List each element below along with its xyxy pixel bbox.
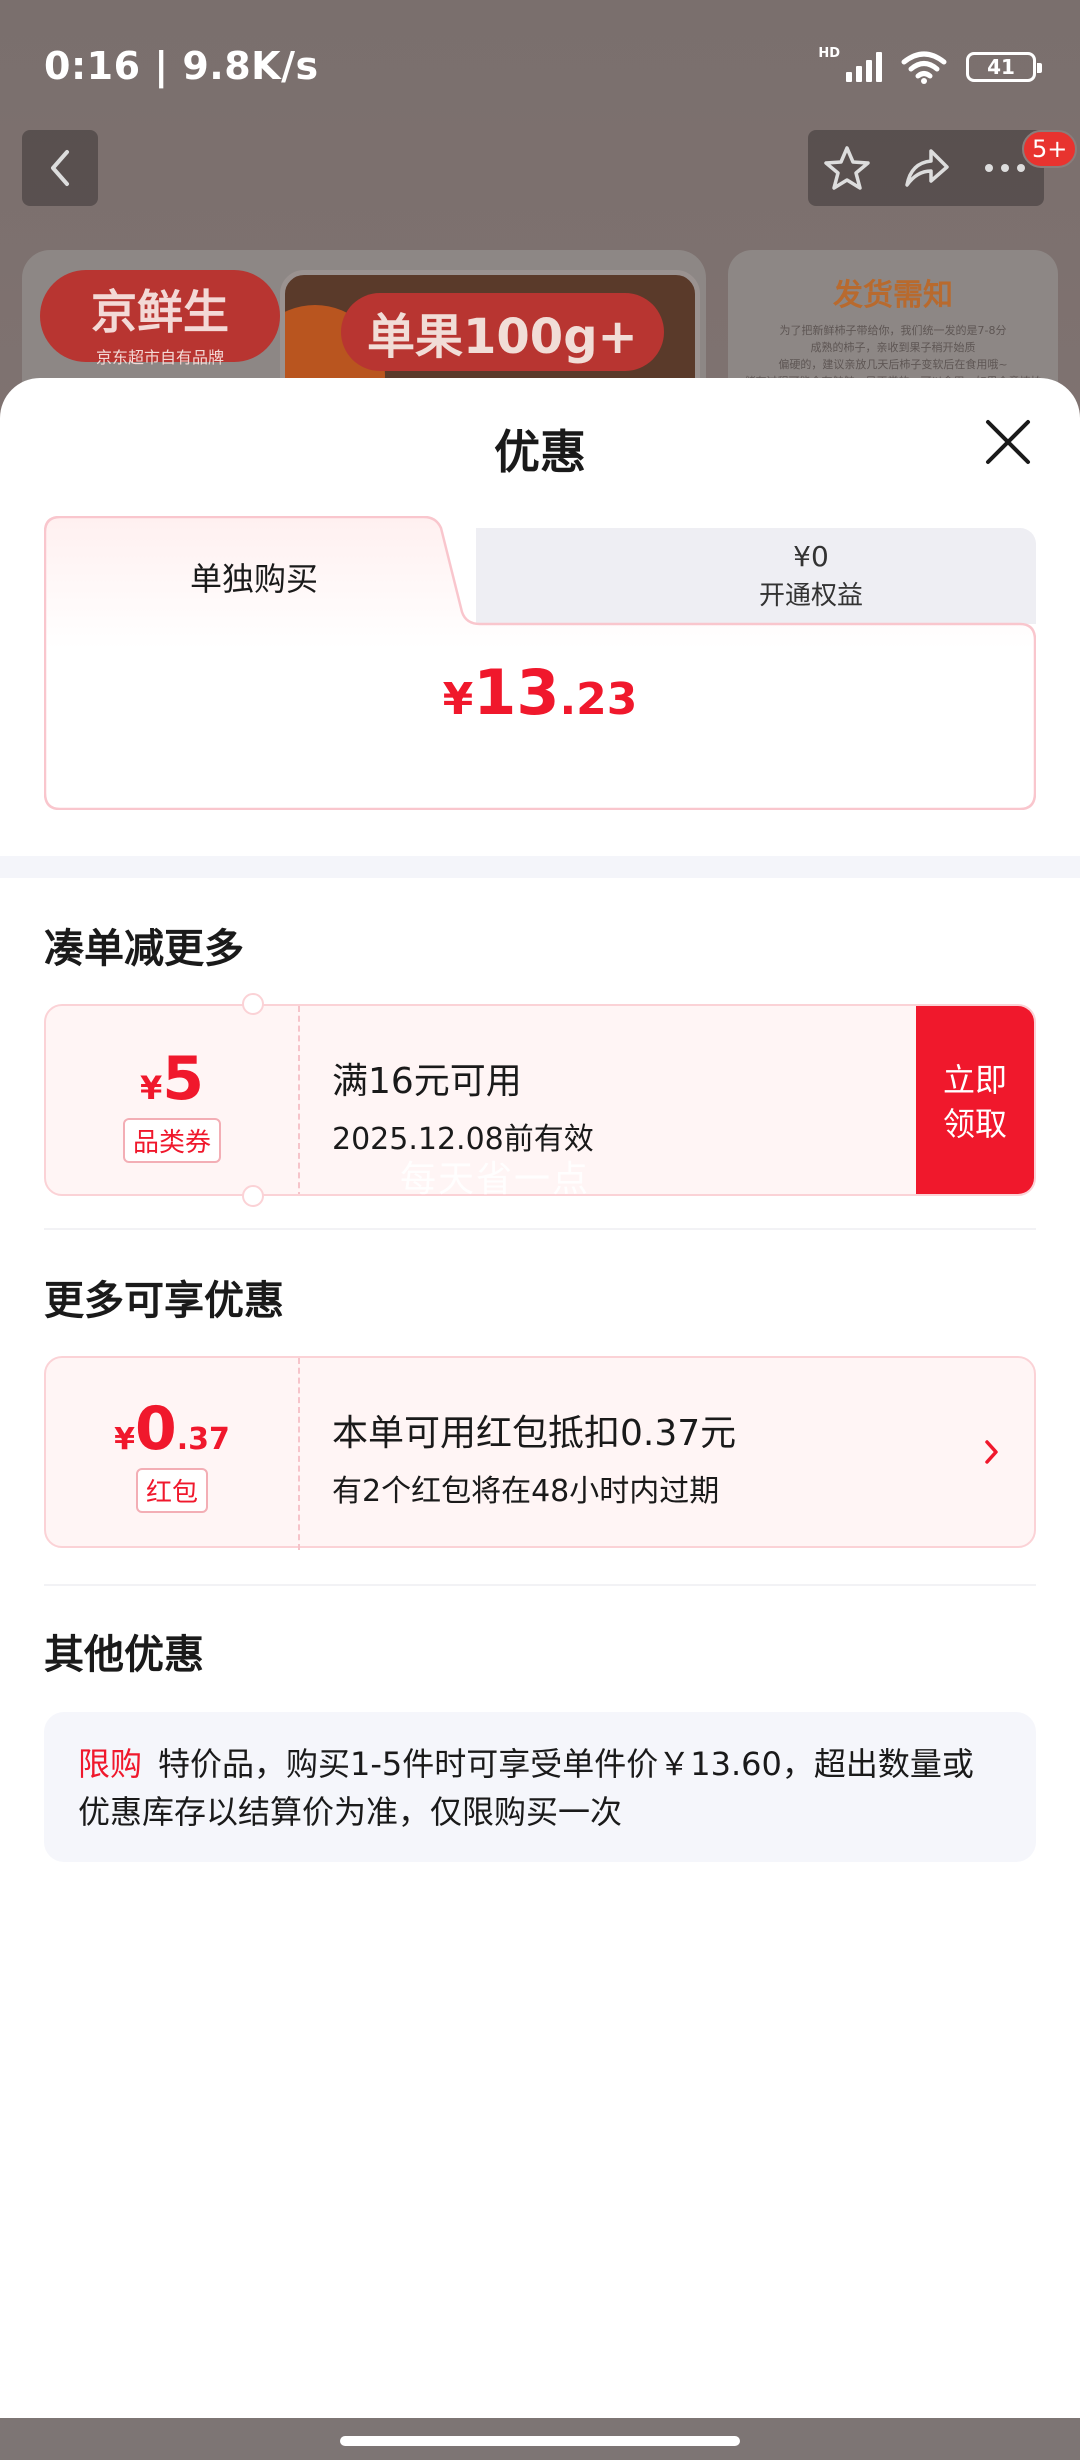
back-button[interactable]: [22, 130, 98, 206]
price-integer: 13: [473, 656, 560, 729]
coupon-currency: ¥: [139, 1069, 163, 1107]
fruit-tag: 单果100g+: [341, 293, 664, 371]
notice-line: 为了把新鲜柿子带给你，我们统一发的是7-8分: [779, 324, 1007, 337]
star-icon[interactable]: [822, 143, 872, 193]
packet-separator: [298, 1358, 300, 1550]
coupon-info: 满16元可用 2025.12.08前有效: [332, 1052, 594, 1158]
coupon-condition: 满16元可用: [332, 1061, 522, 1102]
purchase-limit-box: 限购 特价品，购买1-5件时可享受单件价￥13.60，超出数量或优惠库存以结算价为…: [44, 1712, 1036, 1862]
notice-line: 偏硬的，建议亲放几天后柿子变软后在食用哦~: [778, 358, 1008, 371]
coupon-separator: [298, 1006, 300, 1194]
packet-value: ¥0.37 红包: [46, 1358, 298, 1550]
brand-subtitle: 京东超市自有品牌: [95, 348, 224, 367]
limit-text: 特价品，购买1-5件时可享受单件价￥13.60，超出数量或优惠库存以结算价为准，…: [78, 1745, 974, 1831]
status-icons: HD 41: [818, 46, 1042, 84]
packet-decimal: .37: [176, 1422, 230, 1457]
price-tabs: ¥0 开通权益 单独购买 ¥13.23: [44, 516, 1036, 810]
battery-icon: 41: [966, 52, 1042, 82]
claim-coupon-button[interactable]: 立即领取: [916, 1006, 1034, 1194]
signal-icon: [846, 52, 882, 82]
sheet-title: 优惠: [494, 425, 586, 479]
limit-tag: 限购: [78, 1745, 143, 1783]
brand-name: 京鲜生: [91, 285, 229, 339]
brand-logo: 京鲜生 京东超市自有品牌: [40, 270, 280, 367]
packet-integer: 0: [134, 1394, 177, 1464]
coupon-number: 5: [162, 1044, 204, 1114]
price-decimal: .23: [559, 674, 638, 725]
final-price: ¥13.23: [44, 656, 1036, 729]
chevron-left-icon: [51, 150, 69, 186]
discount-sheet: 优惠 ¥0 开通权益 单独购买 ¥13.23 凑单减更多 ¥5 品类券 满16元…: [0, 378, 1080, 2418]
close-icon[interactable]: [980, 414, 1036, 470]
watermark: 每天省一点: [400, 1159, 591, 1200]
coupon-notch-top: [242, 993, 264, 1015]
section-title-more-offers: 更多可享优惠: [44, 1278, 284, 1324]
tab-single-buy[interactable]: 单独购买: [44, 554, 464, 600]
status-time: 0:16 | 9.8K/s: [44, 44, 319, 88]
top-actions: [808, 130, 1044, 206]
divider: [44, 1228, 1036, 1230]
divider: [44, 1584, 1036, 1586]
packet-currency: ¥: [114, 1422, 135, 1457]
background-page: 0:16 | 9.8K/s HD 41 5+ 京鲜生 京东超市自有品牌 单果10…: [0, 0, 1080, 450]
packet-sub-text: 有2个红包将在48小时内过期: [332, 1474, 720, 1509]
wifi-icon: [901, 51, 947, 84]
chevron-right-icon: [985, 1440, 998, 1464]
hd-label: HD: [818, 45, 840, 61]
coupon-notch-bottom: [242, 1185, 264, 1207]
price-currency: ¥: [442, 674, 474, 725]
status-bar: 0:16 | 9.8K/s HD 41: [0, 0, 1080, 130]
packet-main-text: 本单可用红包抵扣0.37元: [332, 1413, 737, 1454]
red-packet-card[interactable]: ¥0.37 红包 本单可用红包抵扣0.37元 有2个红包将在48小时内过期: [44, 1356, 1036, 1550]
section-divider: [0, 856, 1080, 878]
coupon-amount: ¥5: [46, 1044, 298, 1114]
packet-type-tag: 红包: [135, 1468, 208, 1513]
coupon-value: ¥5 品类券: [46, 1006, 298, 1194]
notice-title: 发货需知: [833, 278, 953, 313]
notice-line: 成熟的柿子，亲收到果子稍开始质: [810, 341, 976, 354]
home-indicator[interactable]: [340, 2436, 740, 2446]
share-icon[interactable]: [901, 143, 951, 193]
section-title-other-offers: 其他优惠: [44, 1632, 204, 1678]
packet-info: 本单可用红包抵扣0.37元 有2个红包将在48小时内过期: [332, 1404, 736, 1510]
coupon-type-tag: 品类券: [122, 1118, 221, 1163]
section-title-combine: 凑单减更多: [44, 926, 244, 972]
cart-badge: 5+: [1022, 130, 1078, 168]
packet-amount: ¥0.37: [46, 1394, 298, 1464]
